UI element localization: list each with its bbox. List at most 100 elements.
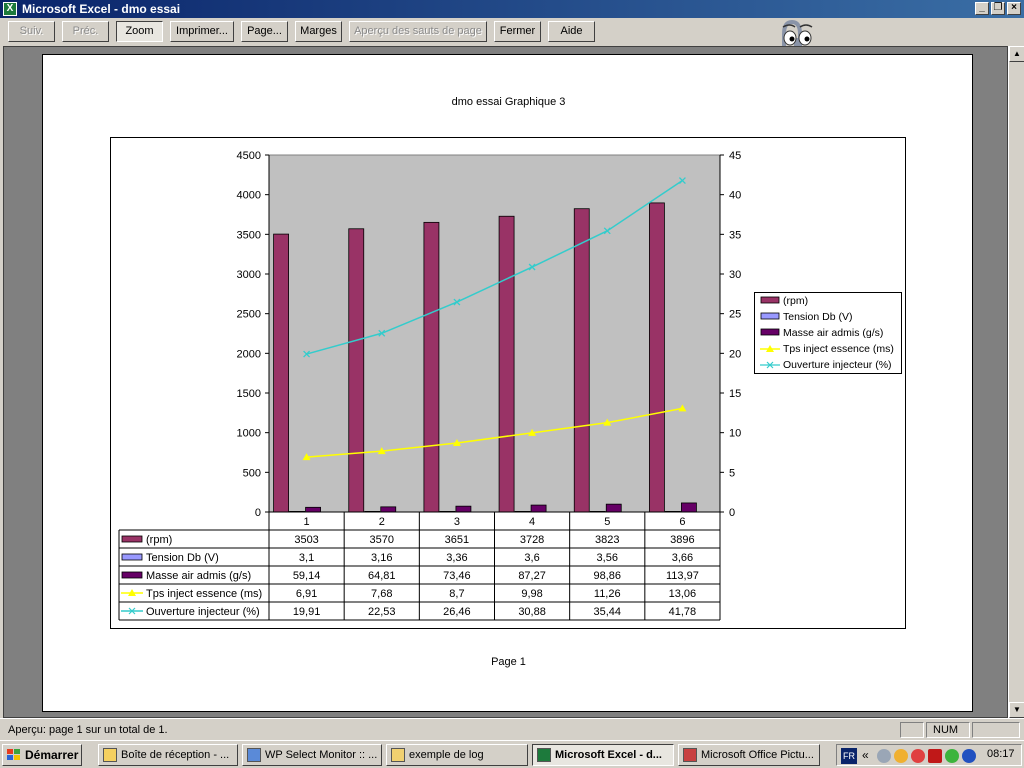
language-indicator[interactable]: FR (841, 748, 857, 764)
clock: 08:17 (987, 748, 1015, 760)
task-inbox[interactable]: Boîte de réception - ... (98, 744, 238, 766)
page-title: dmo essai Graphique 3 (451, 96, 566, 108)
zoom-button[interactable]: Zoom (116, 21, 163, 42)
scroll-up-icon[interactable]: ▲ (1009, 46, 1024, 62)
bar-rpm (273, 233, 289, 513)
network-icon[interactable] (945, 749, 959, 763)
y-left-tick-label: 2500 (237, 309, 261, 321)
excel-icon: X (3, 2, 17, 16)
table-cell: 64,81 (368, 570, 396, 582)
table-cell: 87,27 (518, 570, 546, 582)
table-cell: 30,88 (518, 606, 546, 618)
legend-item-tps: Tps inject essence (ms) (759, 341, 901, 357)
start-button[interactable]: Démarrer (2, 744, 82, 766)
category-label: 4 (529, 516, 535, 528)
task-wp-select-monitor[interactable]: WP Select Monitor :: ... (242, 744, 382, 766)
table-cell: 7,68 (371, 588, 392, 600)
help-button[interactable]: Aide (548, 21, 595, 42)
y-right-tick-label: 45 (729, 150, 741, 162)
category-label: 5 (604, 516, 610, 528)
inbox-icon (103, 748, 117, 762)
table-cell: 11,26 (594, 588, 621, 600)
bar-rpm (498, 215, 515, 513)
previous-page-button[interactable]: Préc. (62, 21, 109, 42)
y-right-tick-label: 30 (729, 269, 741, 281)
table-cell: 3,56 (597, 552, 618, 564)
legend-label: Ouverture injecteur (%) (783, 359, 892, 371)
close-window-button[interactable]: × (1007, 2, 1021, 15)
page-break-preview-button[interactable]: Aperçu des sauts de page (349, 21, 487, 42)
num-lock-indicator: NUM (926, 722, 970, 738)
show-hidden-icons-chevron[interactable]: « (862, 748, 869, 762)
chrome-icon[interactable] (911, 749, 925, 763)
table-cell: 35,44 (593, 606, 621, 618)
table-series-name: Masse air admis (g/s) (146, 570, 251, 582)
table-cell: 3728 (520, 534, 544, 546)
table-cell: 3,1 (299, 552, 314, 564)
minimize-button[interactable]: _ (975, 2, 989, 15)
table-cell: 19,91 (293, 606, 321, 618)
combo-chart: 0 500 1000 1500 2000 2500 3000 3500 4000 4500 0 5 10… (118, 150, 741, 621)
table-cell: 59,14 (293, 570, 321, 582)
y-right-tick-label: 40 (729, 190, 741, 202)
table-cell: 6,91 (296, 588, 317, 600)
vertical-scrollbar[interactable]: ▲ ▼ (1008, 46, 1024, 718)
task-microsoft-excel[interactable]: Microsoft Excel - d... (532, 744, 674, 766)
category-label: 2 (379, 516, 385, 528)
y-right-tick-label: 20 (729, 348, 741, 360)
printer-icon[interactable] (877, 749, 891, 763)
bar-masse (455, 505, 472, 513)
preview-toolbar: Suiv. Préc. Zoom Imprimer... Page... Mar… (0, 18, 1024, 46)
bar-masse (681, 502, 697, 513)
start-label: Démarrer (25, 748, 79, 762)
table-cell: 26,46 (443, 606, 471, 618)
legend-key-tps (760, 345, 780, 352)
table-series-name: (rpm) (146, 534, 172, 546)
category-label: 6 (679, 516, 685, 528)
task-label: Boîte de réception - ... (121, 749, 230, 761)
task-exemple-de-log[interactable]: exemple de log (386, 744, 528, 766)
status-bar: Aperçu: page 1 sur un total de 1. NUM (0, 718, 1024, 740)
clock-utility-icon[interactable] (894, 749, 908, 763)
margins-button[interactable]: Marges (295, 21, 342, 42)
category-label: 3 (454, 516, 460, 528)
table-cell: 8,7 (449, 588, 464, 600)
legend-key-tension (760, 312, 780, 320)
task-office-picture-manager[interactable]: Microsoft Office Pictu... (678, 744, 820, 766)
print-button[interactable]: Imprimer... (170, 21, 234, 42)
picture-icon (683, 748, 697, 762)
bar-masse (305, 506, 321, 513)
taskbar: Démarrer Boîte de réception - ... WP Sel… (0, 740, 1024, 768)
table-key-rpm (121, 535, 143, 543)
y-left-tick-label: 0 (255, 507, 261, 519)
legend-label: Tension Db (V) (783, 311, 853, 323)
table-cell: 3570 (370, 534, 394, 546)
legend-item-tension: Tension Db (V) (759, 309, 901, 325)
info-icon[interactable] (962, 749, 976, 763)
chart-area[interactable]: 0 500 1000 1500 2000 2500 3000 3500 4000 4500 0 5 10… (110, 137, 906, 629)
table-cell: 3,66 (672, 552, 693, 564)
legend-key-rpm (760, 296, 780, 304)
status-panel (900, 722, 924, 738)
scroll-down-icon[interactable]: ▼ (1009, 702, 1024, 718)
bar-rpm (573, 208, 590, 513)
restore-button[interactable]: ❐ (991, 2, 1005, 15)
title-bar: X Microsoft Excel - dmo essai _ ❐ × (0, 0, 1024, 18)
bar-masse (605, 503, 622, 513)
table-cell: 113,97 (666, 570, 699, 582)
legend-item-rpm: (rpm) (759, 293, 901, 309)
table-key-tension (121, 553, 143, 561)
table-series-name: Ouverture injecteur (%) (146, 606, 260, 618)
y-left-tick-label: 500 (243, 467, 261, 479)
y-left-tick-label: 1000 (237, 428, 261, 440)
next-page-button[interactable]: Suiv. (8, 21, 55, 42)
status-panel (972, 722, 1020, 738)
close-preview-button[interactable]: Fermer (494, 21, 541, 42)
window-title: Microsoft Excel - dmo essai (22, 2, 181, 16)
legend-label: Tps inject essence (ms) (783, 343, 894, 355)
legend-key-masse (760, 328, 780, 336)
y-right-tick-label: 5 (729, 467, 735, 479)
table-cell: 3,16 (371, 552, 392, 564)
page-setup-button[interactable]: Page... (241, 21, 288, 42)
acrobat-icon[interactable] (928, 749, 942, 763)
